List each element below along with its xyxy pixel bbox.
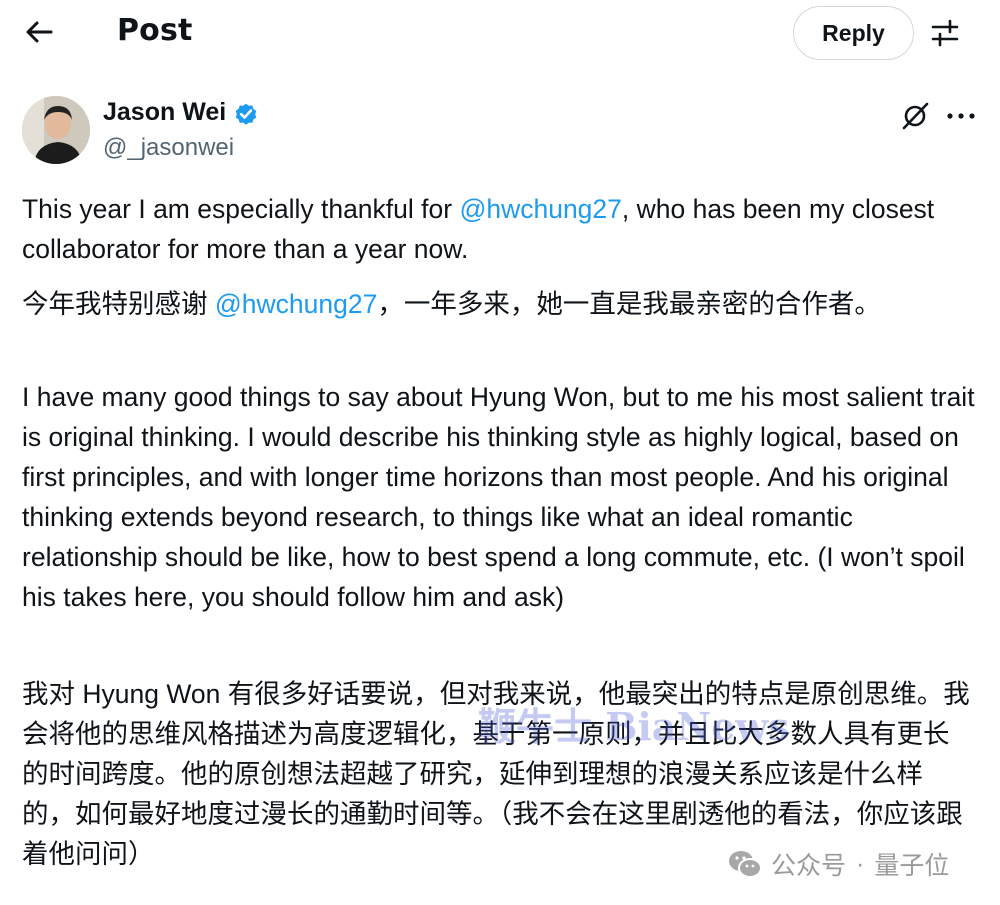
post-text-segment: ，一年多来，她一直是我最亲密的合作者。 — [377, 289, 881, 319]
post-author: Jason Wei @_jasonwei — [22, 96, 982, 168]
reply-button[interactable]: Reply — [793, 6, 914, 60]
mention-link[interactable]: @hwchung27 — [459, 194, 621, 224]
post-text-segment: This year I am especially thankful for — [22, 194, 460, 224]
post-paragraph-4: 我对 Hyung Won 有很多好话要说，但对我来说，他最突出的特点是原创思维。… — [22, 679, 970, 869]
arrow-left-icon — [26, 21, 53, 43]
wechat-icon — [729, 851, 762, 878]
more-options-button[interactable] — [944, 100, 978, 132]
post-text-segment: 今年我特别感谢 — [22, 289, 215, 319]
post-paragraph-3: I have many good things to say about Hyu… — [22, 382, 975, 612]
mention-link[interactable]: @hwchung27 — [215, 289, 377, 319]
grok-icon — [902, 102, 929, 130]
post-paragraph-2: 今年我特别感谢 @hwchung27，一年多来，她一直是我最亲密的合作者。 — [22, 284, 982, 324]
source-separator: · — [856, 849, 865, 878]
top-bar: Post Reply — [0, 0, 1000, 70]
avatar[interactable] — [22, 96, 90, 164]
author-handle[interactable]: @_jasonwei — [103, 134, 234, 162]
more-horizontal-icon — [947, 113, 975, 119]
filter-button[interactable] — [926, 14, 964, 52]
grok-button[interactable] — [899, 100, 931, 132]
back-button[interactable] — [22, 15, 56, 49]
source-account-label: 公众号 — [771, 852, 847, 880]
author-name[interactable]: Jason Wei — [103, 98, 226, 127]
source-name: 量子位 — [874, 852, 950, 880]
page-title: Post — [117, 13, 193, 48]
avatar-photo-icon — [22, 96, 90, 164]
sliders-icon — [931, 19, 959, 47]
verified-badge-icon — [235, 103, 257, 125]
post-paragraph-1: This year I am especially thankful for @… — [22, 189, 982, 269]
source-tag: 公众号 · 量子位 — [727, 846, 949, 882]
